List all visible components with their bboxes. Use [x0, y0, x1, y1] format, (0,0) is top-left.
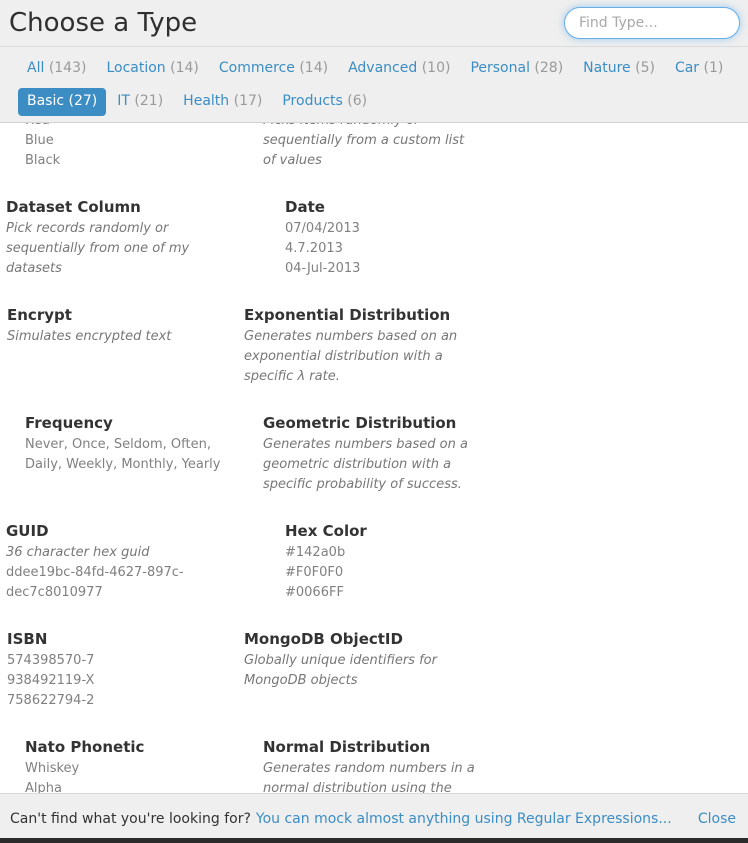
type-card[interactable]: Nato PhoneticWhiskeyAlphaBravo	[25, 737, 256, 793]
category-filter-count: (143)	[48, 59, 87, 76]
search-box	[564, 7, 740, 39]
category-filter-commerce[interactable]: Commerce (14)	[210, 55, 337, 83]
category-filter-bar: All (143) Location (14) Commerce (14) Advan…	[0, 47, 748, 123]
type-description: 36 character hex guid	[6, 545, 150, 560]
type-card[interactable]: Dataset Column Pick records randomly or s…	[6, 197, 260, 279]
category-filter-count: (27)	[68, 92, 98, 109]
modal-footer: Can't find what you're looking for? You …	[0, 793, 748, 843]
type-card[interactable]: Encrypt Simulates encrypted text	[7, 305, 238, 387]
type-card[interactable]: Custom ListPicks items randomly or seque…	[263, 123, 494, 171]
type-sample-value: 574398570-7	[7, 653, 95, 668]
type-description: Generates numbers based on a geometric d…	[263, 437, 468, 492]
search-input[interactable]	[564, 7, 740, 39]
window-bottom-strip	[0, 838, 748, 843]
footer-prompt: Can't find what you're looking for?	[10, 810, 251, 827]
category-filter-label: Commerce	[218, 59, 295, 76]
category-filter-label: Advanced	[348, 59, 418, 76]
type-sample-value: 04-Jul-2013	[285, 261, 361, 276]
type-description: Pick records randomly or sequentially fr…	[6, 221, 190, 276]
category-filter-advanced[interactable]: Advanced (10)	[339, 55, 459, 83]
category-filter-label: Location	[106, 59, 166, 76]
category-filter-label: IT	[117, 92, 130, 109]
regex-help-link[interactable]: You can mock almost anything using Regul…	[256, 811, 672, 827]
type-name[interactable]: Nato Phonetic	[25, 737, 238, 757]
category-filter-all[interactable]: All (143)	[18, 55, 95, 83]
type-name[interactable]: Geometric Distribution	[263, 413, 476, 433]
type-sample-value: 938492119-X	[7, 673, 95, 688]
type-description: Picks items randomly or sequentially fro…	[263, 123, 465, 168]
type-card[interactable]: ISBN 574398570-7 938492119-X 758622794-2	[7, 629, 238, 711]
category-filter-count: (1)	[703, 59, 724, 76]
category-filter-label: Car	[674, 59, 700, 76]
type-name[interactable]: Exponential Distribution	[244, 305, 480, 325]
category-filter-count: (10)	[421, 59, 451, 76]
type-sample-value: #142a0b	[285, 545, 346, 560]
type-card[interactable]: ColorRedBlueBlack	[25, 123, 256, 171]
category-filter-count: (6)	[347, 92, 368, 109]
type-name[interactable]: Frequency	[25, 413, 238, 433]
category-filter-personal[interactable]: Personal (28)	[461, 55, 572, 83]
category-filter-count: (28)	[534, 59, 564, 76]
type-description: Simulates encrypted text	[7, 329, 172, 344]
type-sample-value: 758622794-2	[7, 693, 95, 708]
category-filter-row-secondary: Basic (27) IT (21) Health (17) Products (6)	[18, 85, 748, 118]
type-name[interactable]: Dataset Column	[6, 197, 242, 217]
category-filter-products[interactable]: Products (6)	[273, 88, 376, 116]
type-sample-value: Blue	[25, 133, 54, 148]
type-sample-value: Alpha	[25, 781, 62, 793]
page-title: Choose a Type	[9, 8, 198, 38]
category-filter-label: Basic	[27, 92, 65, 109]
type-card[interactable]: MongoDB ObjectID Globally unique identifi…	[244, 629, 498, 711]
category-filter-count: (21)	[134, 92, 164, 109]
type-name[interactable]: Normal Distribution	[263, 737, 476, 757]
type-sample-value: 4.7.2013	[285, 241, 343, 256]
type-name[interactable]: MongoDB ObjectID	[244, 629, 480, 649]
type-name[interactable]: ISBN	[7, 629, 220, 649]
type-name[interactable]: GUID	[6, 521, 242, 541]
modal-header: Choose a Type	[0, 0, 748, 47]
type-sample-value: Whiskey	[25, 761, 80, 776]
category-filter-nature[interactable]: Nature (5)	[574, 55, 664, 83]
type-description: Globally unique identifiers for MongoDB …	[244, 653, 437, 688]
category-filter-it[interactable]: IT (21)	[108, 88, 172, 116]
category-filter-label: Products	[282, 92, 343, 109]
category-filter-row-primary: All (143) Location (14) Commerce (14) Advan…	[18, 52, 748, 85]
category-filter-count: (17)	[233, 92, 263, 109]
type-description: Generates numbers based on an exponentia…	[244, 329, 458, 384]
category-filter-count: (5)	[635, 59, 655, 76]
close-button[interactable]: Close	[698, 811, 736, 827]
category-filter-car[interactable]: Car (1)	[666, 55, 732, 83]
type-sample-value: ddee19bc-84fd-4627-897c-dec7c8010977	[6, 565, 184, 600]
type-description: Generates random numbers in a normal dis…	[263, 761, 475, 793]
type-card[interactable]: Geometric Distribution Generates numbers …	[263, 413, 494, 495]
category-filter-label: Nature	[583, 59, 631, 76]
category-filter-health[interactable]: Health (17)	[174, 88, 271, 116]
category-filter-label: Personal	[470, 59, 530, 76]
type-sample-value: #F0F0F0	[285, 565, 344, 580]
category-filter-count: (14)	[299, 59, 329, 76]
type-card[interactable]: GUID 36 character hex guid ddee19bc-84fd-4…	[6, 521, 260, 603]
type-grid: ColorRedBlueBlackCustom ListPicks items …	[0, 123, 748, 793]
type-sample-value: Red	[25, 123, 238, 131]
category-filter-basic[interactable]: Basic (27)	[18, 87, 107, 116]
type-card[interactable]: Exponential Distribution Generates number…	[244, 305, 498, 387]
type-card[interactable]: Hex Color #142a0b #F0F0F0 #0066FF	[285, 521, 516, 603]
type-name[interactable]: Encrypt	[7, 305, 220, 325]
category-filter-label: All	[27, 59, 45, 76]
category-filter-count: (14)	[170, 59, 199, 76]
category-filter-location[interactable]: Location (14)	[97, 55, 207, 83]
type-card[interactable]: Frequency Never, Once, Seldom, Often, Dai…	[25, 413, 256, 495]
type-list-scroll-region[interactable]: ColorRedBlueBlackCustom ListPicks items …	[0, 123, 748, 793]
type-sample-value: 07/04/2013	[285, 221, 360, 236]
choose-a-type-modal: Choose a Type All (143)Location (14)Comm…	[0, 0, 748, 843]
type-name[interactable]: Hex Color	[285, 521, 498, 541]
type-card[interactable]: Date 07/04/2013 4.7.2013 04-Jul-2013	[285, 197, 516, 279]
type-sample-value: Black	[25, 153, 61, 168]
type-sample-value: Never, Once, Seldom, Often, Daily, Weekl…	[25, 437, 221, 472]
type-card[interactable]: Normal Distribution Generates random numb…	[263, 737, 494, 793]
category-filter-label: Health	[183, 92, 230, 109]
type-name[interactable]: Date	[285, 197, 498, 217]
type-sample-value: #0066FF	[285, 585, 344, 600]
